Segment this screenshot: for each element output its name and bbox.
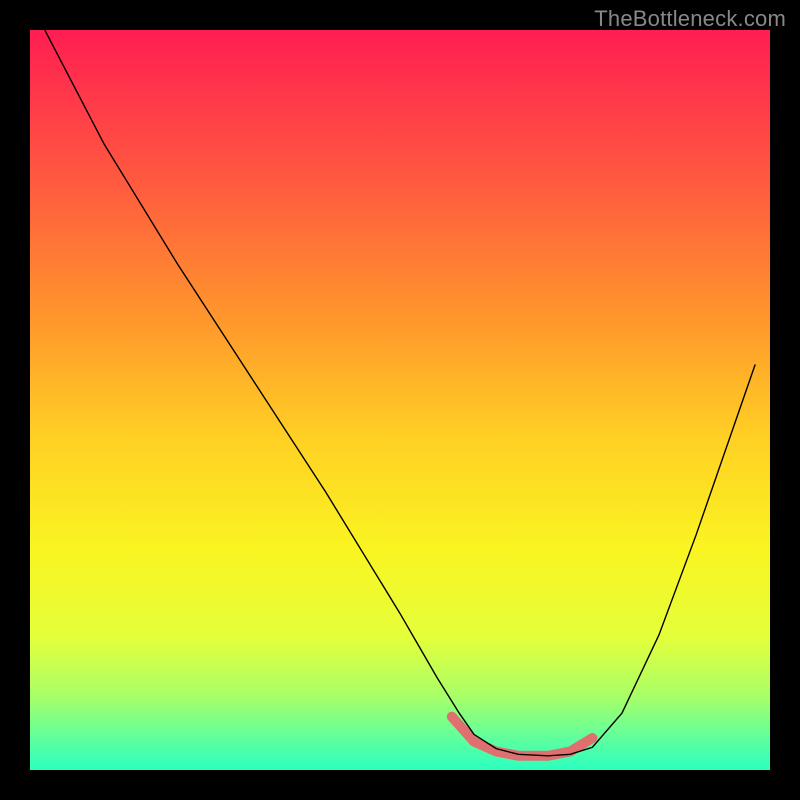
watermark-text: TheBottleneck.com [594, 6, 786, 32]
chart-container: TheBottleneck.com [0, 0, 800, 800]
chart-svg [30, 30, 770, 770]
gradient-background [30, 30, 770, 770]
plot-area [30, 30, 770, 770]
